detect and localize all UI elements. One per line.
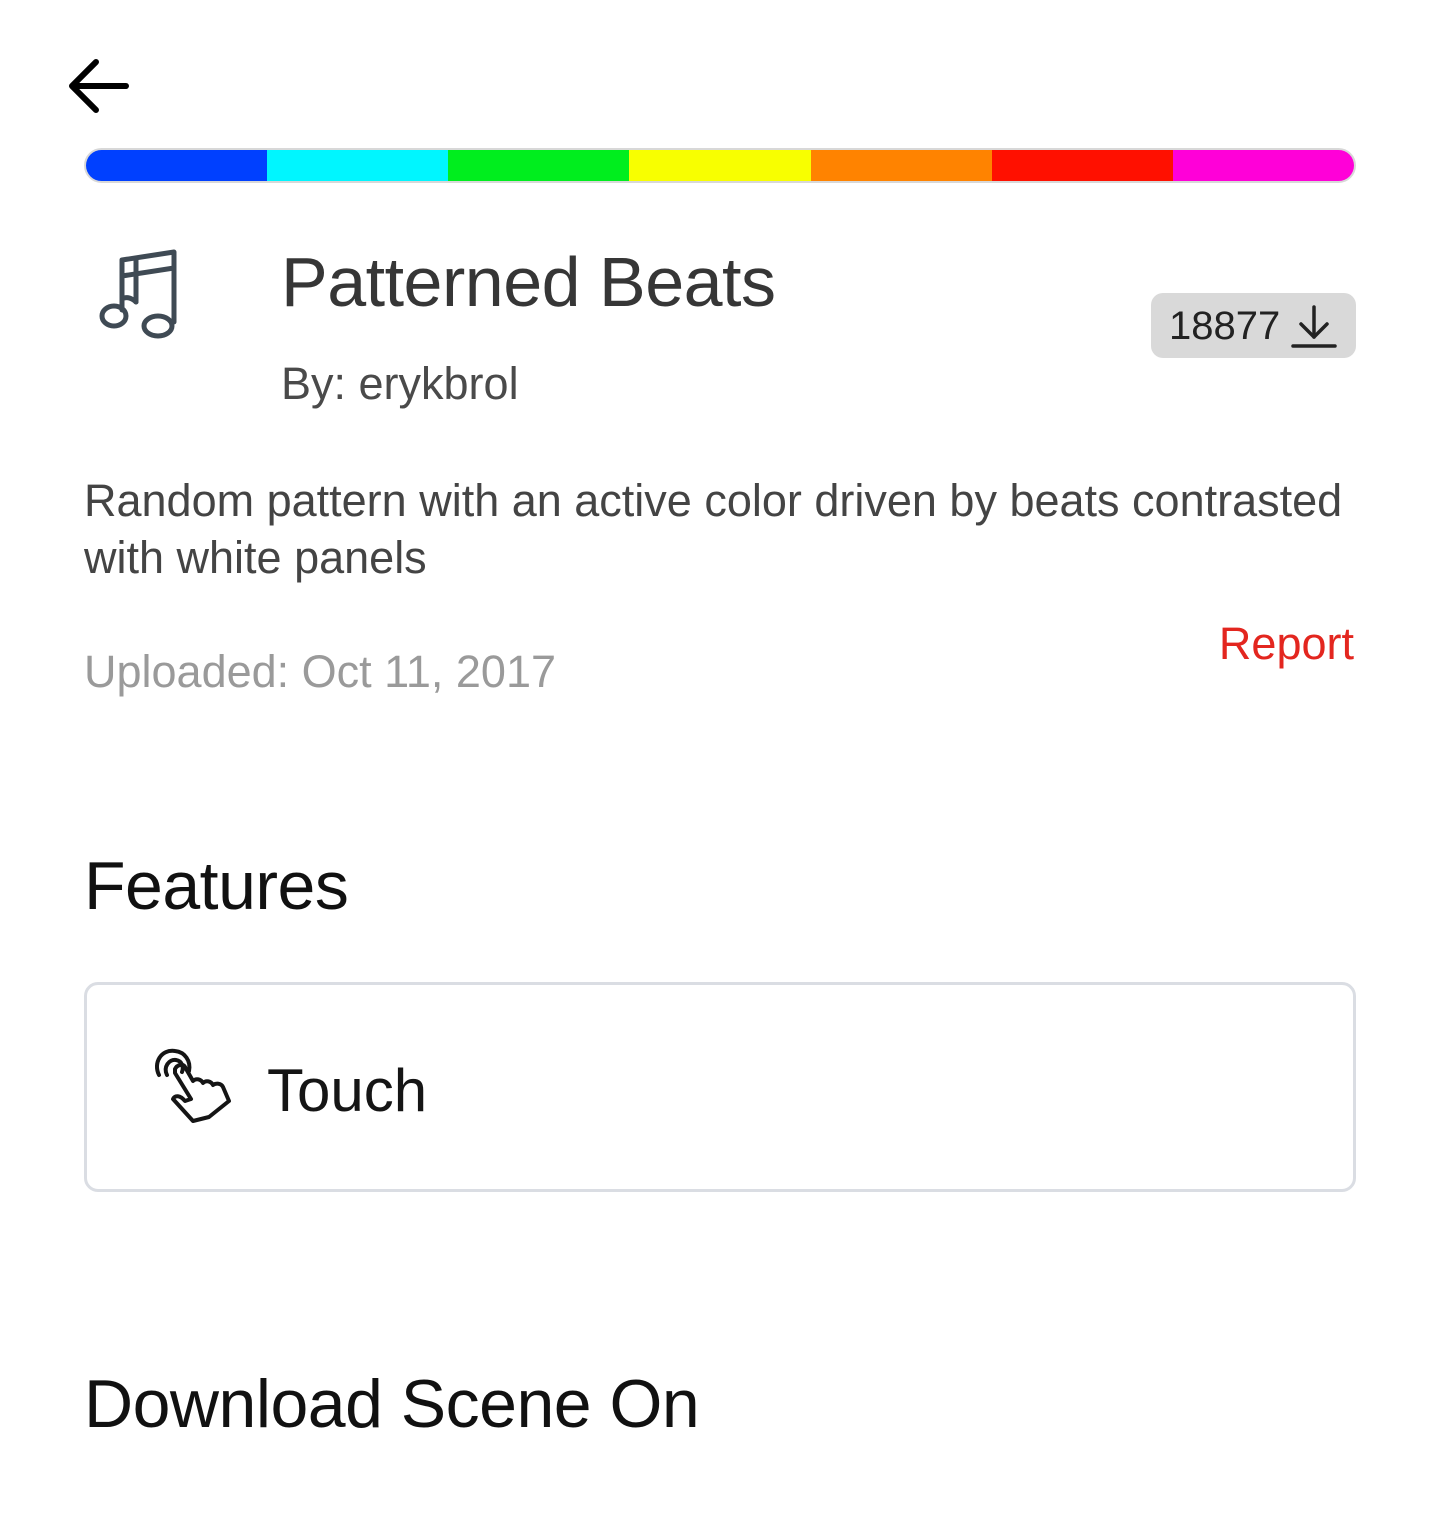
color-segment-5 [810,150,992,181]
features-heading: Features [84,848,349,924]
back-button[interactable] [62,50,134,122]
report-link[interactable]: Report [1219,616,1354,672]
download-scene-heading: Download Scene On [84,1366,700,1442]
download-count: 18877 [1169,303,1281,348]
color-segment-6 [991,150,1173,181]
scene-description: Random pattern with an active color driv… [84,475,1343,583]
touch-hand-icon [155,1048,231,1123]
color-segment-3 [448,150,630,181]
color-segment-4 [629,150,811,181]
upload-date: Uploaded: Oct 11, 2017 [84,646,556,697]
color-segment-7 [1172,150,1354,181]
music-note-icon [96,246,188,344]
scene-title: Patterned Beats [281,243,776,321]
scene-author: By: erykbrol [281,358,519,409]
color-segment-1 [86,150,268,181]
color-segment-2 [267,150,449,181]
feature-label: Touch [267,1057,428,1124]
arrow-left-icon [69,59,129,113]
download-icon [1291,305,1337,348]
color-palette-bar [84,148,1356,183]
download-count-button[interactable]: 18877 [1151,293,1356,358]
feature-card-touch: Touch [84,982,1356,1192]
